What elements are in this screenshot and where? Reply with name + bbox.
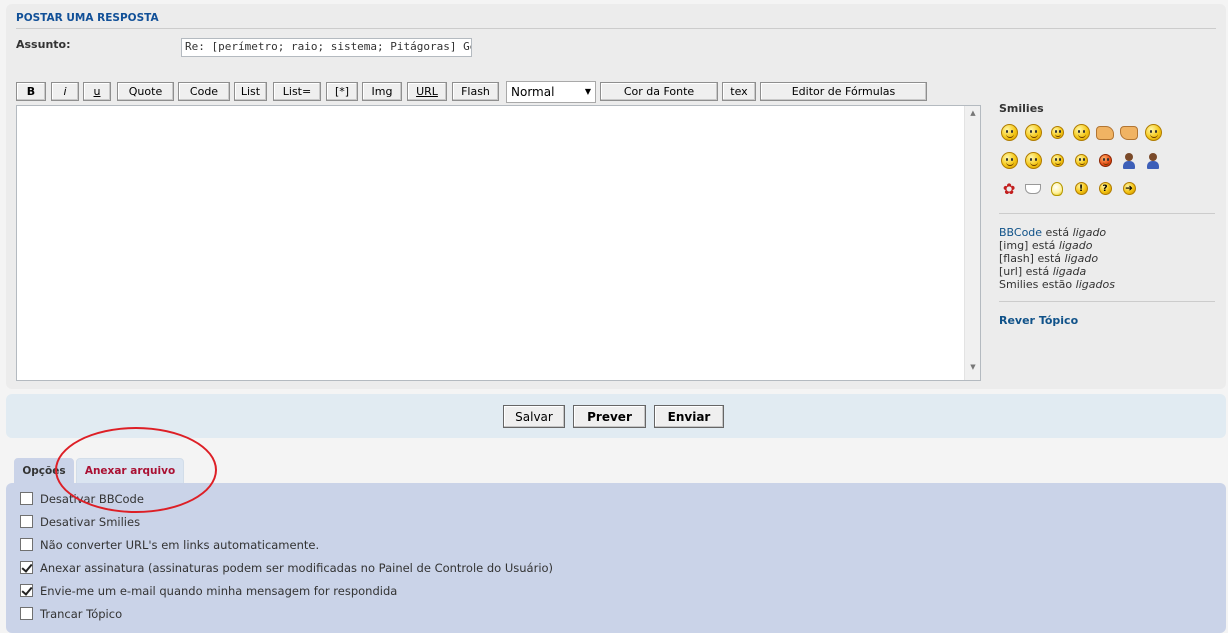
surprised-icon[interactable] [999, 151, 1019, 171]
save-button[interactable]: Salvar [503, 405, 565, 428]
bold-button[interactable]: B [16, 82, 46, 101]
question-icon[interactable]: ? [1095, 179, 1115, 199]
flash-button[interactable]: Flash [452, 82, 499, 101]
checkbox[interactable] [20, 538, 33, 551]
options-panel: Desativar BBCode Desativar Smilies Não c… [6, 483, 1226, 633]
list-button[interactable]: List [234, 82, 267, 101]
thumbs-up-icon[interactable] [1095, 123, 1115, 143]
checkbox[interactable] [20, 515, 33, 528]
tex-button[interactable]: tex [722, 82, 756, 101]
party-icon[interactable] [1047, 151, 1067, 171]
italic-button[interactable]: i [51, 82, 79, 101]
grin-icon[interactable] [1023, 123, 1043, 143]
checkbox[interactable] [20, 584, 33, 597]
option-lock-topic[interactable]: Trancar Tópico [20, 606, 122, 624]
ordered-list-button[interactable]: List= [273, 82, 321, 101]
message-textarea[interactable]: ▲ ▼ [16, 105, 981, 381]
subject-input[interactable]: Re: [perímetro; raio; sistema; Pitágoras… [181, 38, 472, 57]
divider [999, 213, 1215, 214]
option-attach-signature[interactable]: Anexar assinatura (assinaturas podem ser… [20, 560, 553, 578]
bbcode-status: BBCode está ligado [img] está ligado [fl… [999, 226, 1115, 291]
confused-icon[interactable] [1143, 123, 1163, 143]
coffee-icon[interactable] [1023, 179, 1043, 199]
post-reply-panel: POSTAR UMA RESPOSTA Assunto: Re: [períme… [6, 4, 1226, 389]
url-button[interactable]: URL [407, 82, 447, 101]
section-title: POSTAR UMA RESPOSTA [16, 12, 1216, 29]
option-disable-smilies[interactable]: Desativar Smilies [20, 514, 140, 532]
option-no-auto-links[interactable]: Não converter URL's em links automaticam… [20, 537, 319, 555]
smilies-grid: ✿!? ➔ [999, 119, 1189, 203]
review-topic-link[interactable]: Rever Tópico [999, 314, 1215, 327]
tab-attach-file[interactable]: Anexar arquivo [76, 458, 184, 484]
neutral-icon[interactable] [1071, 123, 1091, 143]
font-size-select[interactable]: Normal ▼ [506, 81, 596, 103]
preview-button[interactable]: Prever [573, 405, 646, 428]
shock-icon[interactable] [1023, 151, 1043, 171]
formula-editor-button[interactable]: Editor de Fórmulas [760, 82, 927, 101]
chevron-down-icon: ▼ [584, 87, 591, 96]
img-button[interactable]: Img [362, 82, 402, 101]
option-disable-bbcode[interactable]: Desativar BBCode [20, 491, 144, 509]
code-button[interactable]: Code [178, 82, 230, 101]
wink-icon[interactable] [1047, 123, 1067, 143]
scroll-up-icon[interactable]: ▲ [965, 109, 981, 123]
mad-icon[interactable] [1095, 151, 1115, 171]
sidebar: Smilies ✿!? ➔ BBCode está ligado [img] es… [999, 102, 1215, 327]
rose-icon[interactable]: ✿ [999, 179, 1019, 199]
font-size-value: Normal [511, 85, 555, 99]
checkbox[interactable] [20, 492, 33, 505]
quote-button[interactable]: Quote [117, 82, 174, 101]
font-color-button[interactable]: Cor da Fonte [600, 82, 718, 101]
idea-icon[interactable] [1047, 179, 1067, 199]
smilies-title: Smilies [999, 102, 1044, 115]
divider [999, 301, 1215, 302]
submit-button[interactable]: Enviar [654, 405, 724, 428]
laugh-icon[interactable] [1071, 151, 1091, 171]
option-notify-reply[interactable]: Envie-me um e-mail quando minha mensagem… [20, 583, 397, 601]
tab-options[interactable]: Opções [14, 458, 74, 484]
computer-guy-icon[interactable] [1119, 151, 1139, 171]
smile-icon[interactable] [999, 123, 1019, 143]
checkbox[interactable] [20, 561, 33, 574]
editor-scrollbar[interactable]: ▲ ▼ [964, 106, 980, 380]
thumbs-down-icon[interactable] [1119, 123, 1139, 143]
bbcode-link[interactable]: BBCode [999, 226, 1042, 239]
person-icon[interactable] [1143, 151, 1163, 171]
subject-label: Assunto: [16, 38, 71, 51]
scroll-down-icon[interactable]: ▼ [965, 363, 981, 377]
arrow-icon[interactable]: ➔ [1119, 179, 1139, 199]
list-item-button[interactable]: [*] [326, 82, 358, 101]
actions-panel: Salvar Prever Enviar [6, 394, 1226, 438]
checkbox[interactable] [20, 607, 33, 620]
underline-button[interactable]: u [83, 82, 111, 101]
exclaim-icon[interactable]: ! [1071, 179, 1091, 199]
